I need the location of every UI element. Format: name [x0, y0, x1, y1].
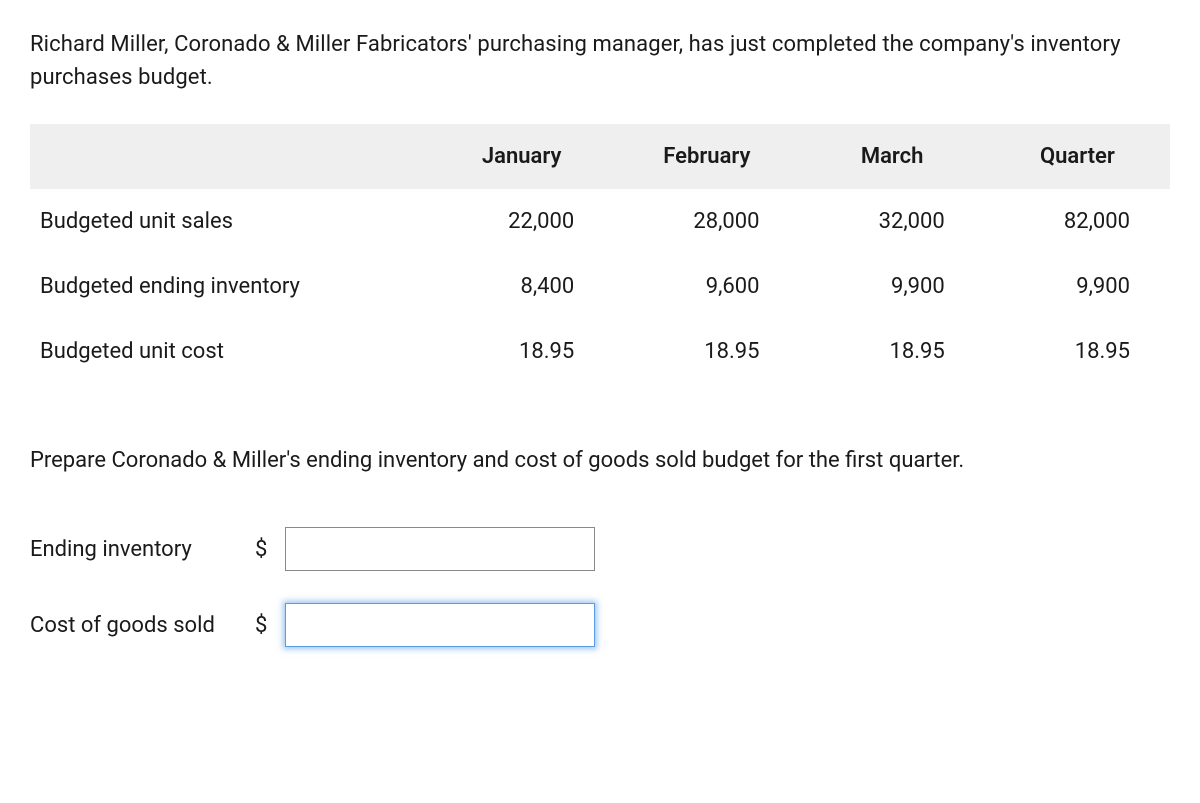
cell-value: 32,000: [800, 189, 985, 254]
table-row: Budgeted ending inventory 8,400 9,600 9,…: [30, 254, 1170, 319]
cell-value: 9,600: [614, 254, 799, 319]
cell-value: 28,000: [614, 189, 799, 254]
budget-table: January February March Quarter Budgeted …: [30, 124, 1170, 384]
cell-value: 8,400: [429, 254, 614, 319]
cell-value: 9,900: [800, 254, 985, 319]
cell-value: 18.95: [614, 319, 799, 384]
row-label: Budgeted unit sales: [30, 189, 429, 254]
ending-inventory-label: Ending inventory: [30, 533, 255, 566]
header-february: February: [614, 124, 799, 189]
cell-value: 18.95: [429, 319, 614, 384]
row-label: Budgeted unit cost: [30, 319, 429, 384]
table-header-row: January February March Quarter: [30, 124, 1170, 189]
table-row: Budgeted unit cost 18.95 18.95 18.95 18.…: [30, 319, 1170, 384]
cell-value: 18.95: [985, 319, 1170, 384]
ending-inventory-input[interactable]: [285, 527, 595, 571]
table-row: Budgeted unit sales 22,000 28,000 32,000…: [30, 189, 1170, 254]
row-label: Budgeted ending inventory: [30, 254, 429, 319]
header-january: January: [429, 124, 614, 189]
instruction-paragraph: Prepare Coronado & Miller's ending inven…: [30, 444, 1170, 477]
intro-paragraph: Richard Miller, Coronado & Miller Fabric…: [30, 28, 1170, 94]
header-march: March: [800, 124, 985, 189]
cell-value: 9,900: [985, 254, 1170, 319]
cell-value: 18.95: [800, 319, 985, 384]
cost-of-goods-sold-input[interactable]: [285, 603, 595, 647]
cost-of-goods-sold-row: Cost of goods sold $: [30, 603, 1170, 647]
dollar-sign: $: [255, 533, 285, 566]
ending-inventory-row: Ending inventory $: [30, 527, 1170, 571]
dollar-sign: $: [255, 609, 285, 642]
cell-value: 22,000: [429, 189, 614, 254]
cost-of-goods-sold-label: Cost of goods sold: [30, 609, 255, 642]
header-blank: [30, 124, 429, 189]
cell-value: 82,000: [985, 189, 1170, 254]
header-quarter: Quarter: [985, 124, 1170, 189]
